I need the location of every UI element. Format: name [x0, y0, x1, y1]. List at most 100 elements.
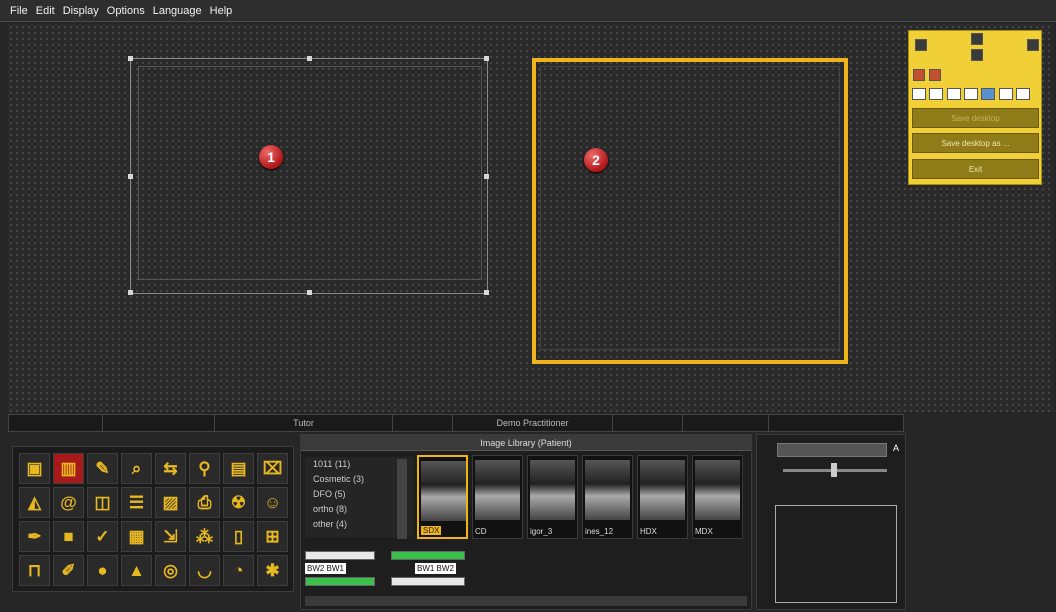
library-scrollbar[interactable] — [305, 596, 747, 606]
menu-edit[interactable]: Edit — [36, 5, 55, 17]
layout-icon[interactable] — [981, 88, 995, 100]
tab-tutor[interactable]: Tutor — [215, 415, 393, 431]
layout-frame-2[interactable]: 2 — [532, 58, 848, 364]
zoom-select-icon[interactable]: ⌕ — [121, 453, 152, 484]
layers-icon[interactable]: ☰ — [121, 487, 152, 518]
head-icon[interactable]: ◔ — [223, 555, 254, 586]
print-icon[interactable]: ⎙ — [189, 487, 220, 518]
flip-icon[interactable]: ◫ — [87, 487, 118, 518]
arrow-up-icon[interactable] — [971, 33, 983, 45]
tab-practitioner[interactable]: Demo Practitioner — [453, 415, 613, 431]
arrow-left-icon[interactable] — [915, 39, 927, 51]
thumbnail[interactable]: MDX — [692, 455, 743, 539]
tool-palette: ▣ ▥ ✎ ⌕ ⇆ ⚲ ▤ ⌧ ◭ @ ◫ ☰ ▨ ⎙ ☢ ☺ ✒ ■ ✓ ▦ … — [12, 446, 294, 592]
lightbulb-icon[interactable]: ● — [87, 555, 118, 586]
search-icon[interactable]: ⚲ — [189, 453, 220, 484]
xray-image — [530, 460, 575, 520]
resize-handle[interactable] — [307, 56, 312, 61]
menu-display[interactable]: Display — [63, 5, 99, 17]
layout-icon[interactable] — [912, 88, 926, 100]
menu-options[interactable]: Options — [107, 5, 145, 17]
resize-handle[interactable] — [128, 56, 133, 61]
tab[interactable] — [769, 415, 903, 431]
teeth-icon[interactable]: ▥ — [53, 453, 84, 484]
cam-pen-icon[interactable]: ✐ — [53, 555, 84, 586]
thumbnail[interactable]: HDX — [637, 455, 688, 539]
menu-file[interactable]: File — [10, 5, 28, 17]
tab[interactable] — [103, 415, 215, 431]
menu-language[interactable]: Language — [153, 5, 202, 17]
bitewing-label: BW2 BW1 — [305, 563, 346, 574]
radiation-icon[interactable]: ☢ — [223, 487, 254, 518]
tooth-cell[interactable] — [305, 577, 375, 586]
thumbnail[interactable]: SDX — [417, 455, 468, 539]
compare-icon[interactable]: ⇆ — [155, 453, 186, 484]
resize-handle[interactable] — [307, 290, 312, 295]
trash-icon[interactable]: ⌧ — [257, 453, 288, 484]
cone-icon[interactable]: ▲ — [121, 555, 152, 586]
thumbnail[interactable]: CD — [472, 455, 523, 539]
picture-icon[interactable]: ▨ — [155, 487, 186, 518]
thumbnail-label: ines_12 — [585, 527, 614, 536]
thumbnail[interactable]: igor_3 — [527, 455, 578, 539]
frame-1-inner — [138, 66, 482, 280]
at-icon[interactable]: @ — [53, 487, 84, 518]
lips-icon[interactable]: ◡ — [189, 555, 220, 586]
settings-icon[interactable]: ✱ — [257, 555, 288, 586]
scanner-icon[interactable]: ⊓ — [19, 555, 50, 586]
document-icon[interactable]: ▯ — [223, 521, 254, 552]
network-icon[interactable]: ⊞ — [257, 521, 288, 552]
twain-icon[interactable]: ⇲ — [155, 521, 186, 552]
triangle-icon[interactable]: ◭ — [19, 487, 50, 518]
tooth-cell[interactable] — [305, 551, 375, 560]
tab[interactable] — [9, 415, 103, 431]
check-icon[interactable]: ✓ — [87, 521, 118, 552]
tab[interactable] — [393, 415, 453, 431]
photo-icon[interactable] — [913, 69, 925, 81]
slider-thumb[interactable] — [831, 463, 837, 477]
face-icon[interactable]: ☺ — [257, 487, 288, 518]
tooth-cell[interactable] — [391, 551, 465, 560]
tree-scrollbar[interactable] — [397, 459, 407, 539]
arrow-right-icon[interactable] — [1027, 39, 1039, 51]
input-field[interactable] — [777, 443, 887, 457]
resize-handle[interactable] — [484, 174, 489, 179]
save-icon[interactable]: ▤ — [223, 453, 254, 484]
layout-icon[interactable] — [1016, 88, 1030, 100]
tab[interactable] — [613, 415, 683, 431]
layout-icon[interactable] — [964, 88, 978, 100]
bitewing-label: BW1 BW2 — [415, 563, 456, 574]
pen-icon[interactable]: ✒ — [19, 521, 50, 552]
camera-icon[interactable]: ■ — [53, 521, 84, 552]
preview-box — [775, 505, 897, 603]
resize-handle[interactable] — [128, 174, 133, 179]
image-library-panel: Image Library (Patient) 1011 (11) Cosmet… — [300, 434, 752, 610]
frame-number-badge: 1 — [259, 145, 283, 169]
tooth-cell[interactable] — [391, 577, 465, 586]
save-desktop-as-button[interactable]: Save desktop as ... — [912, 133, 1039, 153]
resize-handle[interactable] — [484, 290, 489, 295]
layout-icon[interactable] — [929, 88, 943, 100]
preview-panel: A — [756, 434, 906, 610]
layout-icon[interactable] — [947, 88, 961, 100]
layout-icon[interactable] — [999, 88, 1013, 100]
frame-2-inner — [540, 66, 840, 350]
resize-handle[interactable] — [484, 56, 489, 61]
xray-image — [585, 460, 630, 520]
image-icon[interactable]: ▣ — [19, 453, 50, 484]
grid-icon[interactable]: ⁂ — [189, 521, 220, 552]
tab[interactable] — [683, 415, 769, 431]
edit-icon[interactable]: ✎ — [87, 453, 118, 484]
exit-button[interactable]: Exit — [912, 159, 1039, 179]
resize-handle[interactable] — [128, 290, 133, 295]
save-desktop-button[interactable]: Save desktop — [912, 108, 1039, 128]
thumbnail[interactable]: ines_12 — [582, 455, 633, 539]
layout-frame-1[interactable]: 1 — [128, 56, 489, 295]
rings-icon[interactable]: ◎ — [155, 555, 186, 586]
photo-icon[interactable] — [929, 69, 941, 81]
thumbnail-label: SDX — [421, 526, 442, 535]
arrow-down-icon[interactable] — [971, 49, 983, 61]
image-edit-icon[interactable]: ▦ — [121, 521, 152, 552]
menu-help[interactable]: Help — [210, 5, 233, 17]
frame-number-badge: 2 — [584, 148, 608, 172]
